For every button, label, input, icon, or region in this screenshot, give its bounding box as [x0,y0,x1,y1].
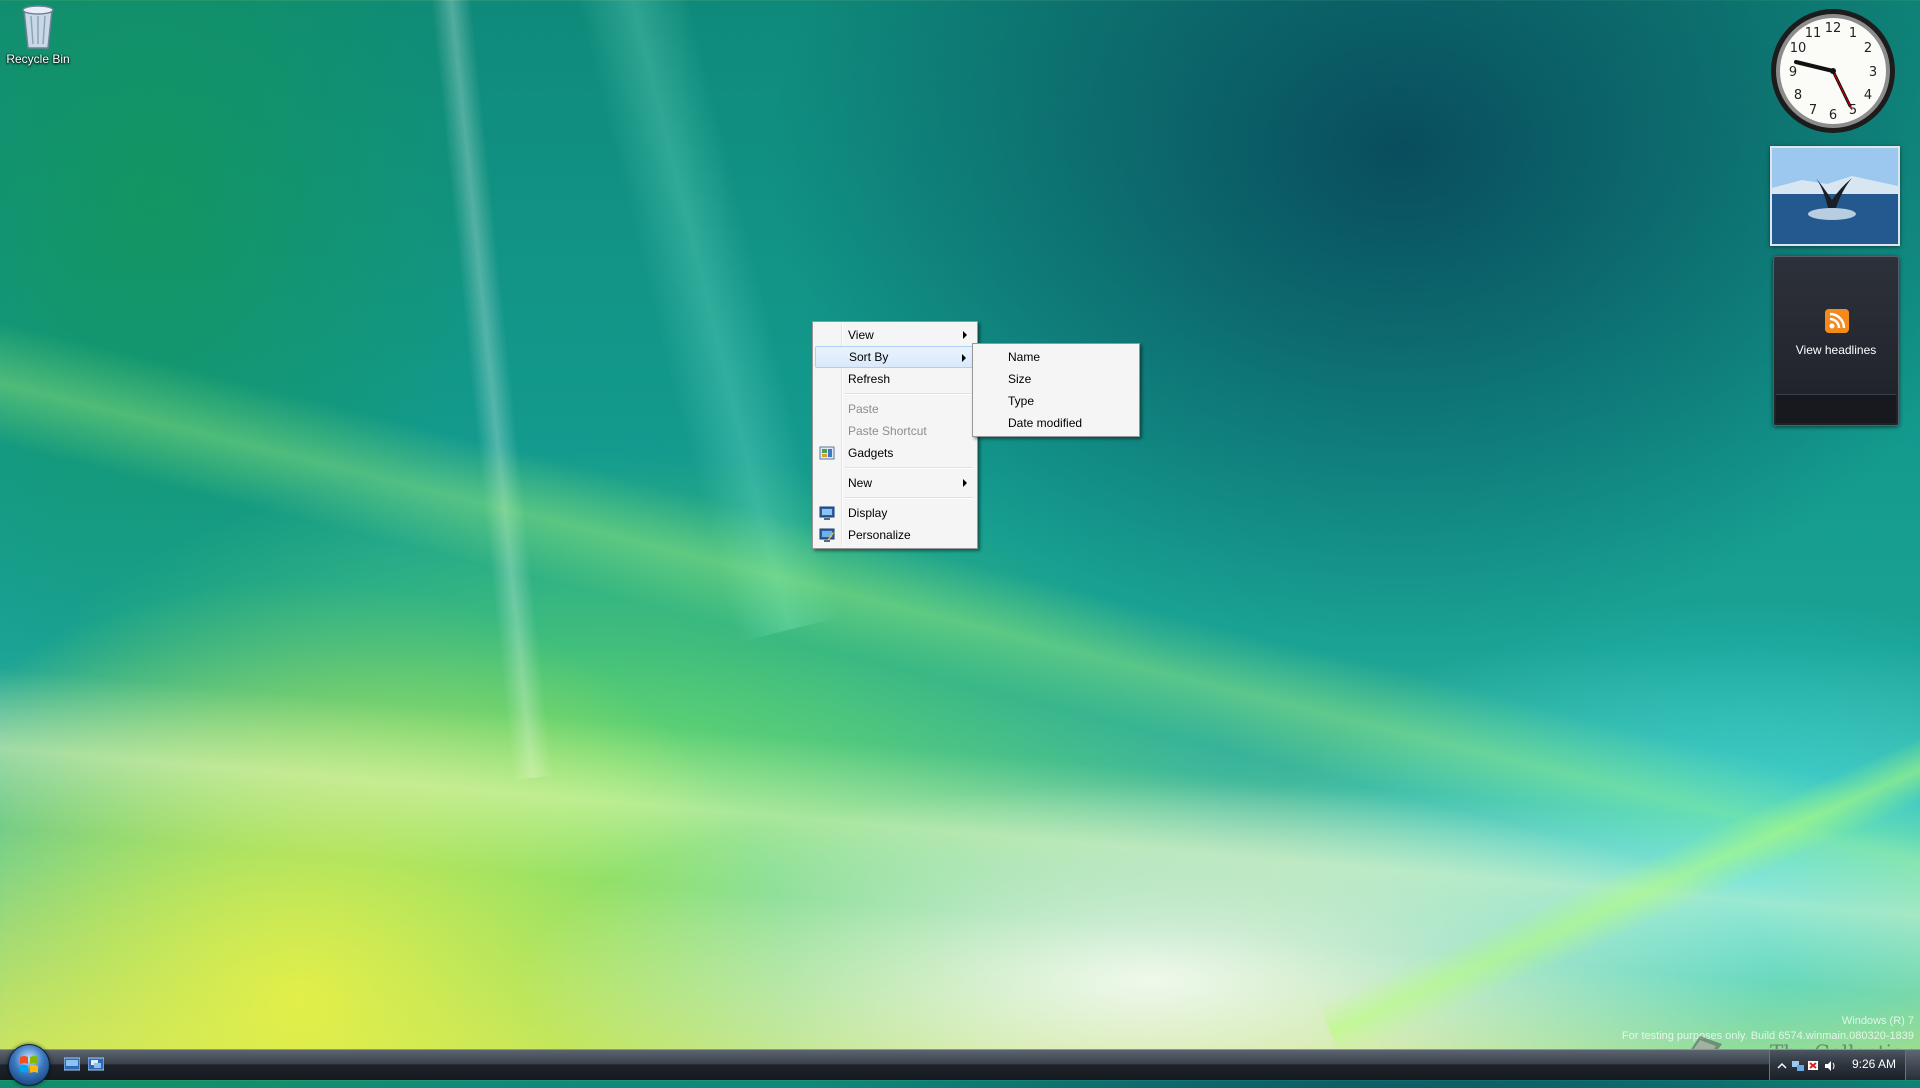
svg-text:1: 1 [1849,26,1857,41]
submenu-arrow-icon [963,479,967,487]
recycle-bin-label: Recycle Bin [6,52,70,66]
menu-item-label: Size [1008,372,1032,386]
desktop-context-menu: View Sort By Refresh Paste Paste Shortcu… [812,321,978,549]
feed-headlines-gadget[interactable]: View headlines [1773,256,1899,426]
clock-time[interactable]: 9:26 AM [1852,1057,1896,1071]
menu-item-label: Paste Shortcut [848,424,927,438]
whale-tail-photo [1772,148,1898,244]
menu-item-display[interactable]: Display [815,502,975,524]
action-center-flag-icon[interactable] [1808,1060,1820,1072]
display-icon [819,506,835,520]
menu-item-label: Paste [848,402,879,416]
submenu-item-date-modified[interactable]: Date modified [975,412,1137,434]
light-streak [1318,720,1920,1060]
menu-item-label: Gadgets [848,446,894,460]
sort-by-submenu: Name Size Type Date modified [972,343,1140,437]
show-desktop-icon[interactable] [64,1057,80,1071]
rss-icon [1825,309,1849,333]
recycle-bin-desktop-icon[interactable]: Recycle Bin [2,2,74,66]
notification-area: 9:26 AM [1769,1050,1920,1080]
submenu-arrow-icon [963,331,967,339]
submenu-item-type[interactable]: Type [975,390,1137,412]
taskbar: 9:26 AM [0,1044,1920,1086]
menu-item-view[interactable]: View [815,324,975,346]
show-desktop-button[interactable] [1905,1050,1920,1080]
menu-item-label: View [848,328,874,342]
switch-windows-icon[interactable] [88,1057,104,1071]
show-hidden-icons-chevron-icon[interactable] [1776,1060,1788,1072]
feed-gadget-bar [1776,394,1896,423]
svg-text:9: 9 [1789,65,1797,80]
submenu-arrow-icon [962,354,966,362]
menu-item-label: Personalize [848,528,911,542]
light-streak [0,660,1920,1020]
network-icon[interactable] [1792,1060,1804,1072]
menu-item-label: Display [848,506,888,520]
personalize-icon [819,528,835,542]
menu-item-gadgets[interactable]: Gadgets [815,442,975,464]
menu-item-refresh[interactable]: Refresh [815,368,975,390]
view-headlines-label: View headlines [1795,343,1877,357]
submenu-item-size[interactable]: Size [975,368,1137,390]
menu-separator [845,393,973,395]
watermark-line-1: Windows (R) 7 [1841,1015,1914,1027]
svg-text:4: 4 [1864,88,1872,103]
menu-item-personalize[interactable]: Personalize [815,524,975,546]
menu-item-label: Refresh [848,372,891,386]
svg-text:3: 3 [1869,65,1877,80]
submenu-item-name[interactable]: Name [975,346,1137,368]
svg-text:6: 6 [1829,108,1837,123]
menu-item-label: New [848,476,873,490]
recycle-bin-icon [22,5,54,49]
menu-item-new[interactable]: New [815,472,975,494]
menu-item-label: Sort By [849,350,889,364]
menu-separator [845,467,973,469]
menu-separator [845,497,973,499]
menu-item-paste-shortcut: Paste Shortcut [815,420,975,442]
svg-text:7: 7 [1809,103,1817,118]
gadgets-icon [819,446,835,460]
svg-text:10: 10 [1790,41,1807,56]
menu-item-label: Name [1008,350,1041,364]
light-streak [566,0,844,643]
menu-item-paste: Paste [815,398,975,420]
light-streak [427,0,553,780]
slideshow-gadget[interactable] [1770,146,1900,246]
menu-item-sort-by[interactable]: Sort By [815,346,975,368]
windows-logo-icon [20,1056,38,1073]
svg-text:8: 8 [1794,88,1802,103]
svg-text:12: 12 [1825,21,1842,36]
menu-item-label: Type [1008,394,1035,408]
volume-icon[interactable] [1824,1060,1836,1072]
svg-text:11: 11 [1805,26,1822,41]
clock-gadget[interactable]: 12 1 2 3 4 5 6 7 8 9 10 11 [1768,6,1898,136]
menu-item-label: Date modified [1008,416,1083,430]
svg-text:2: 2 [1864,41,1872,56]
